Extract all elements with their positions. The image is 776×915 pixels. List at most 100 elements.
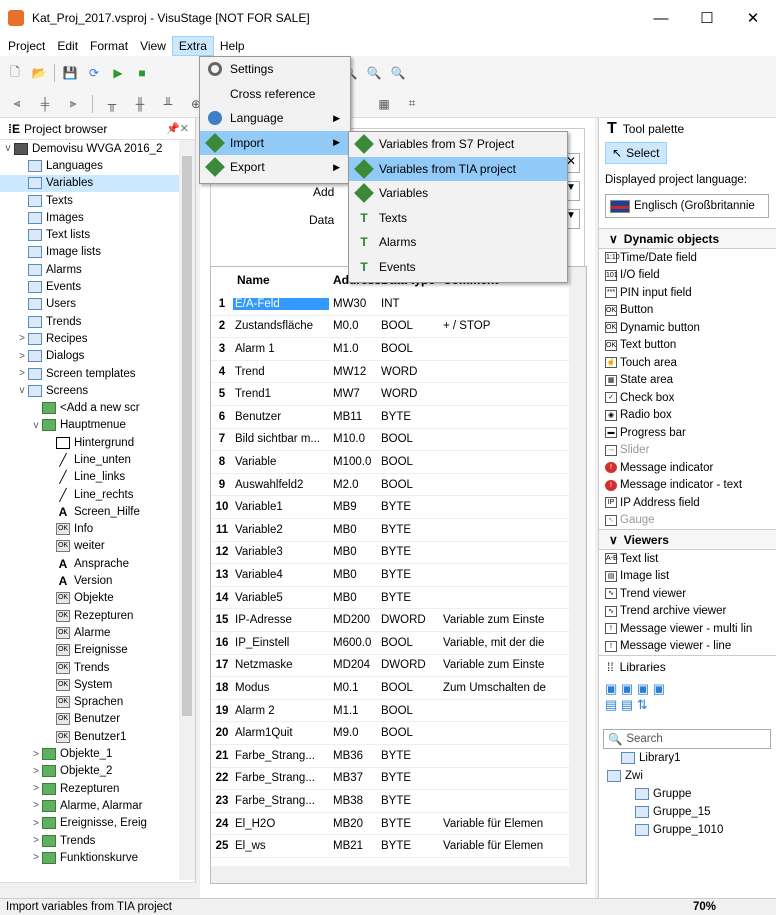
save-library-icon[interactable]: ▣ xyxy=(653,681,665,696)
comment-cell[interactable]: Zum Umschalten de xyxy=(439,682,569,694)
address-cell[interactable]: MB11 xyxy=(329,411,373,423)
palette-item[interactable]: 1:10 Time/Date field xyxy=(599,249,776,267)
expand-icon[interactable]: v xyxy=(2,143,14,154)
variable-name-cell[interactable]: Variable5 xyxy=(233,592,329,604)
tree-item[interactable]: OK Info xyxy=(0,521,180,538)
table-row[interactable]: 11 Variable2 MB0 BYTE xyxy=(211,519,571,542)
tree-item[interactable]: > Funktionskurve xyxy=(0,849,180,866)
datatype-cell[interactable]: BOOL xyxy=(373,456,439,468)
select-tool-button[interactable]: ↖ Select xyxy=(605,142,667,164)
address-cell[interactable]: MB0 xyxy=(329,546,373,558)
column-header-name[interactable]: Name xyxy=(233,273,329,287)
tree-item[interactable]: > Recipes xyxy=(0,330,180,347)
palette-item[interactable]: *** PIN input field xyxy=(599,284,776,302)
tree-item[interactable]: A Ansprache xyxy=(0,555,180,572)
project-tree-scrollbar[interactable] xyxy=(179,140,195,880)
address-cell[interactable]: M0.0 xyxy=(329,320,373,332)
scroll-thumb[interactable] xyxy=(182,156,192,716)
table-row[interactable]: 7 Bild sichtbar m... M10.0 BOOL xyxy=(211,429,571,452)
address-cell[interactable]: M10.0 xyxy=(329,433,373,445)
new-file-icon[interactable]: 🗋 xyxy=(6,64,24,82)
address-cell[interactable]: MB21 xyxy=(329,840,373,852)
tree-item[interactable]: OK Objekte xyxy=(0,590,180,607)
menu-item-alarms[interactable]: T Alarms xyxy=(349,230,567,255)
menu-item-events[interactable]: T Events xyxy=(349,255,567,280)
tree-item[interactable]: OK Alarme xyxy=(0,624,180,641)
library-tree-item[interactable]: Gruppe_15 xyxy=(599,803,776,821)
table-row[interactable]: 9 Auswahlfeld2 M2.0 BOOL xyxy=(211,474,571,497)
expand-icon[interactable]: v xyxy=(30,420,42,431)
datatype-cell[interactable]: BYTE xyxy=(373,501,439,513)
address-cell[interactable]: MB0 xyxy=(329,592,373,604)
tree-item[interactable]: Image lists xyxy=(0,244,180,261)
tree-item[interactable]: > Screen templates xyxy=(0,365,180,382)
address-cell[interactable]: MB0 xyxy=(329,569,373,581)
library-view-icon[interactable]: ▤ xyxy=(605,697,617,712)
viewers-section[interactable]: ∨ Viewers xyxy=(599,529,776,550)
datatype-cell[interactable]: BYTE xyxy=(373,818,439,830)
tree-item[interactable]: OK Trends xyxy=(0,659,180,676)
address-cell[interactable]: MD204 xyxy=(329,659,373,671)
datatype-cell[interactable]: BOOL xyxy=(373,320,439,332)
table-row[interactable]: 2 Zustandsfläche M0.0 BOOL + / STOP xyxy=(211,316,571,339)
table-row[interactable]: 10 Variable1 MB9 BYTE xyxy=(211,496,571,519)
tree-item[interactable]: > Trends xyxy=(0,832,180,849)
palette-item[interactable]: OK Dynamic button xyxy=(599,319,776,337)
palette-item[interactable]: ▬ Progress bar xyxy=(599,424,776,442)
variable-name-cell[interactable]: Trend xyxy=(233,366,329,378)
transfer-icon[interactable]: ⟳ xyxy=(85,64,103,82)
tree-item[interactable]: Trends xyxy=(0,313,180,330)
datatype-cell[interactable]: BOOL xyxy=(373,433,439,445)
datatype-cell[interactable]: WORD xyxy=(373,366,439,378)
run-icon[interactable]: ▶ xyxy=(109,64,127,82)
datatype-cell[interactable]: BYTE xyxy=(373,750,439,762)
variable-name-cell[interactable]: Netzmaske xyxy=(233,659,329,671)
variable-name-cell[interactable]: Variable2 xyxy=(233,524,329,536)
align-top-icon[interactable]: ╥ xyxy=(103,95,121,113)
palette-item[interactable]: ✓ Check box xyxy=(599,389,776,407)
align-bottom-icon[interactable]: ╨ xyxy=(159,95,177,113)
comment-cell[interactable]: + / STOP xyxy=(439,320,569,332)
tree-item[interactable]: OK Benutzer1 xyxy=(0,728,180,745)
datatype-cell[interactable]: BYTE xyxy=(373,546,439,558)
variable-name-cell[interactable]: Benutzer xyxy=(233,411,329,423)
address-cell[interactable]: MB36 xyxy=(329,750,373,762)
table-row[interactable]: 5 Trend1 MW7 WORD xyxy=(211,383,571,406)
open-folder-icon[interactable]: 📂 xyxy=(30,64,48,82)
palette-item[interactable]: IP IP Address field xyxy=(599,494,776,512)
menu-item-settings[interactable]: Settings xyxy=(200,57,350,82)
tree-item[interactable]: > Dialogs xyxy=(0,348,180,365)
address-cell[interactable]: MB0 xyxy=(329,524,373,536)
tree-item[interactable]: ╱ Line_rechts xyxy=(0,486,180,503)
palette-item[interactable]: 101 I/O field xyxy=(599,267,776,285)
datatype-cell[interactable]: BOOL xyxy=(373,479,439,491)
datatype-cell[interactable]: WORD xyxy=(373,388,439,400)
variable-name-cell[interactable]: Variable4 xyxy=(233,569,329,581)
menu-item-variables-from-s7-project[interactable]: Variables from S7 Project xyxy=(349,132,567,157)
new-library-icon[interactable]: ▣ xyxy=(605,681,617,696)
datatype-cell[interactable]: INT xyxy=(373,298,439,310)
palette-item[interactable]: ∿ Trend archive viewer xyxy=(599,603,776,621)
datatype-cell[interactable]: BYTE xyxy=(373,411,439,423)
tree-item[interactable]: > Objekte_1 xyxy=(0,745,180,762)
variable-name-cell[interactable]: IP-Adresse xyxy=(233,614,329,626)
variable-name-cell[interactable]: El_ws xyxy=(233,840,329,852)
variable-name-cell[interactable]: El_H2O xyxy=(233,818,329,830)
address-cell[interactable]: M9.0 xyxy=(329,727,373,739)
address-cell[interactable]: M1.1 xyxy=(329,705,373,717)
open-library-icon[interactable]: ▣ xyxy=(621,681,633,696)
library-tree-item[interactable]: Library1 xyxy=(599,749,776,767)
variable-name-cell[interactable]: Auswahlfeld2 xyxy=(233,479,329,491)
datatype-cell[interactable]: BYTE xyxy=(373,795,439,807)
table-row[interactable]: 12 Variable3 MB0 BYTE xyxy=(211,542,571,565)
tree-item[interactable]: v Demovisu WVGA 2016_2 xyxy=(0,140,180,157)
variable-name-cell[interactable]: Alarm 2 xyxy=(233,705,329,717)
address-cell[interactable]: M0.1 xyxy=(329,682,373,694)
palette-item[interactable]: ! Message indicator xyxy=(599,459,776,477)
expand-icon[interactable]: > xyxy=(16,351,28,362)
tree-item[interactable]: > Objekte_2 xyxy=(0,763,180,780)
minimize-button[interactable]: — xyxy=(638,0,684,36)
table-row[interactable]: 17 Netzmaske MD204 DWORD Variable zum Einste xyxy=(211,655,571,678)
table-row[interactable]: 6 Benutzer MB11 BYTE xyxy=(211,406,571,429)
table-row[interactable]: 1 E/A-Feld MW30 INT xyxy=(211,293,571,316)
